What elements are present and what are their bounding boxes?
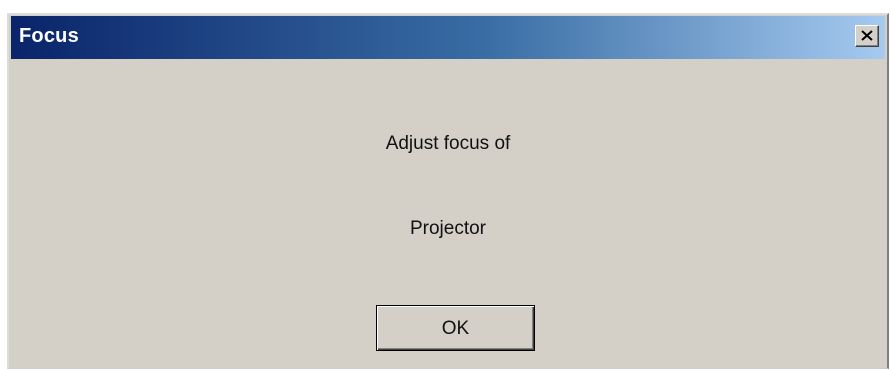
focus-dialog: Focus Adjust focus of Projector OK bbox=[7, 13, 889, 369]
title-bar[interactable]: Focus bbox=[11, 16, 885, 59]
window-title: Focus bbox=[19, 25, 79, 47]
close-icon bbox=[861, 30, 873, 41]
message-line-2: Projector bbox=[409, 218, 487, 239]
message-line-1: Adjust focus of bbox=[385, 133, 511, 154]
ok-button[interactable]: OK bbox=[376, 305, 535, 351]
ok-button-label: OK bbox=[441, 318, 470, 339]
close-button[interactable] bbox=[855, 25, 879, 47]
